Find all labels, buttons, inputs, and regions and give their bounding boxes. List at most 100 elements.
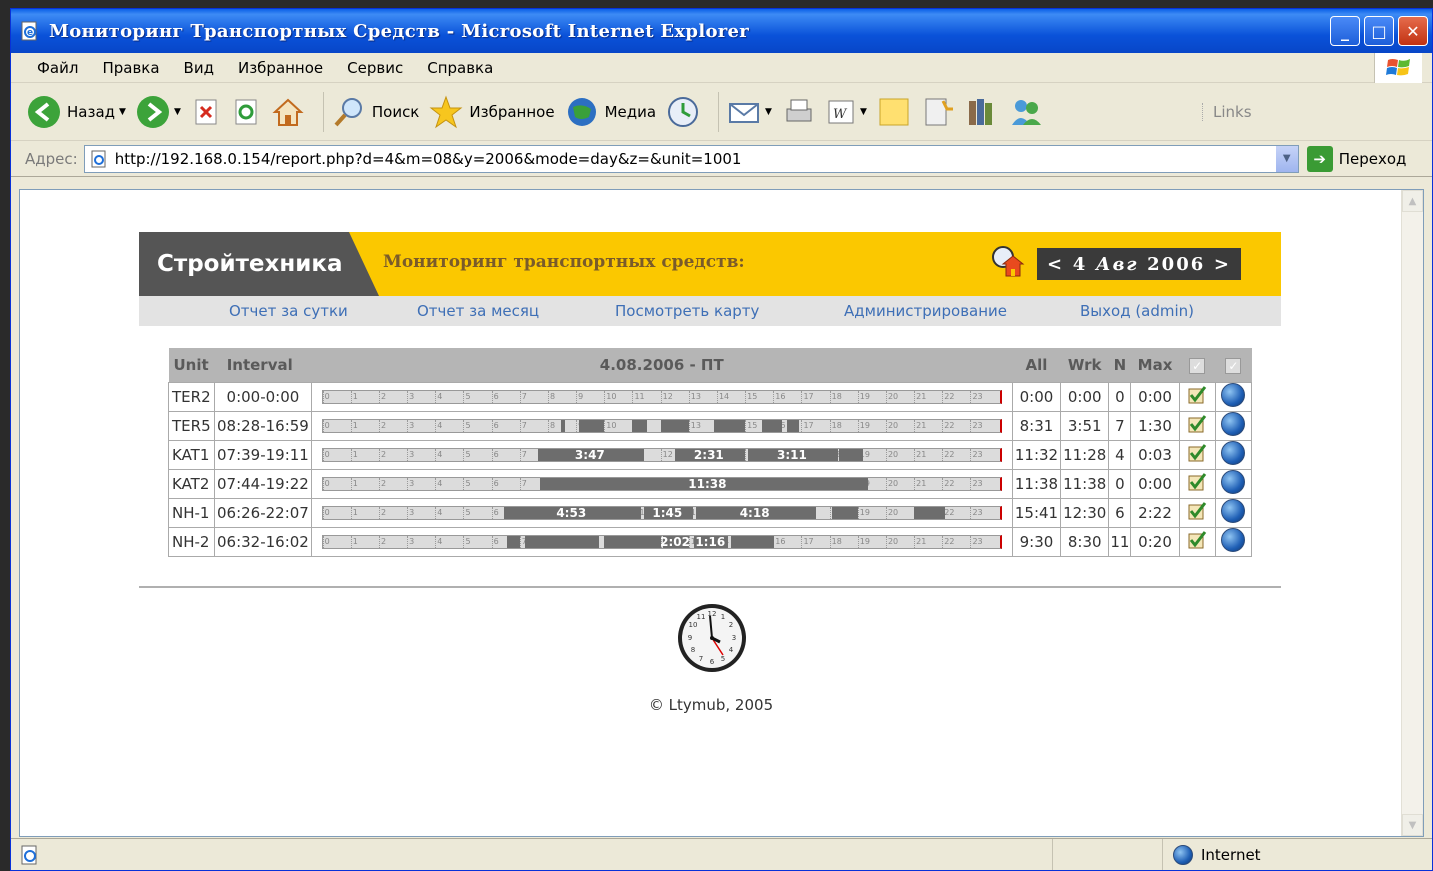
next-date-button[interactable]: > <box>1214 254 1231 275</box>
scroll-up-icon[interactable]: ▲ <box>1402 190 1423 212</box>
checkmark-icon[interactable] <box>1186 442 1208 464</box>
menu-view[interactable]: Вид <box>172 59 226 77</box>
stop-button[interactable] <box>191 97 221 127</box>
hour-tick: 6 <box>491 448 499 461</box>
globe-icon[interactable] <box>1221 411 1246 436</box>
timeline-bar[interactable]: 01234567891011121314151617181920212223 <box>321 389 1002 404</box>
forward-arrow-icon <box>136 95 169 128</box>
segment-duration-label: 1:45 <box>652 505 683 520</box>
chevron-down-icon[interactable]: ▼ <box>119 107 126 117</box>
nav-administration[interactable]: Администрирование <box>844 302 1007 320</box>
work-segment[interactable] <box>560 419 565 432</box>
checkmark-icon[interactable] <box>1186 384 1208 406</box>
search-button[interactable]: Поиск <box>332 95 419 129</box>
row-wrk: 11:38 <box>1060 468 1110 499</box>
scroll-down-icon[interactable]: ▼ <box>1402 814 1423 836</box>
timeline-bar[interactable]: 012345678910111213141516171819202122233:… <box>321 447 1002 462</box>
globe-icon[interactable] <box>1221 498 1246 523</box>
menu-edit[interactable]: Правка <box>90 59 171 77</box>
timeline-bar[interactable]: 012345678910111213141516171819202122234:… <box>321 505 1002 520</box>
page-status-icon <box>21 845 37 864</box>
work-segment[interactable] <box>714 419 746 432</box>
hour-tick: 23 <box>970 419 983 432</box>
row-details-cell <box>1178 410 1216 441</box>
close-button[interactable]: ✕ <box>1398 16 1428 46</box>
address-input[interactable]: http://192.168.0.154/report.php?d=4&m=08… <box>83 144 1299 173</box>
menu-file[interactable]: Файл <box>25 59 90 77</box>
home-button[interactable] <box>271 95 305 129</box>
menu-tools[interactable]: Сервис <box>335 59 415 77</box>
messenger-button[interactable] <box>1009 95 1043 129</box>
globe-icon[interactable] <box>1221 527 1246 552</box>
chevron-down-icon[interactable]: ▼ <box>1275 145 1298 172</box>
work-segment[interactable] <box>832 506 858 519</box>
globe-icon[interactable] <box>1221 469 1246 494</box>
history-button[interactable] <box>666 95 700 129</box>
go-button[interactable]: ➔ Переход <box>1306 145 1406 172</box>
home-search-icon[interactable] <box>989 244 1025 280</box>
chevron-down-icon[interactable]: ▼ <box>174 107 181 117</box>
checkmark-icon[interactable] <box>1186 471 1208 493</box>
hour-tick: 16 <box>773 390 786 403</box>
media-button[interactable]: Медиа <box>565 95 656 129</box>
chevron-down-icon[interactable]: ▼ <box>860 107 867 117</box>
menu-help[interactable]: Справка <box>415 59 505 77</box>
checkbox-icon[interactable]: ✓ <box>1225 357 1242 374</box>
work-segment[interactable] <box>578 419 605 432</box>
nav-view-map[interactable]: Посмотреть карту <box>615 302 759 320</box>
checkbox-icon[interactable]: ✓ <box>1189 357 1206 374</box>
hour-tick: 21 <box>914 448 927 461</box>
work-segment[interactable] <box>839 448 863 461</box>
col-select-check[interactable]: ✓ <box>1179 348 1216 382</box>
discuss-button[interactable] <box>877 95 911 129</box>
prev-date-button[interactable]: < <box>1047 254 1064 275</box>
col-select-map[interactable]: ✓ <box>1215 348 1252 382</box>
timeline-bar[interactable]: 012345678910111213141516171819202122232:… <box>321 534 1002 549</box>
minimize-button[interactable]: _ <box>1330 16 1360 46</box>
hour-tick: 5 <box>463 419 471 432</box>
hour-tick: 4 <box>435 477 443 490</box>
work-segment[interactable] <box>506 535 520 548</box>
hour-tick: 4 <box>435 419 443 432</box>
table-row: NH-106:26-22:070123456789101112131415161… <box>167 497 1253 528</box>
checkmark-icon[interactable] <box>1186 529 1208 551</box>
hour-tick: 3 <box>407 448 415 461</box>
timeline-bar[interactable]: 0123456789101112131415161718192021222311… <box>321 476 1002 491</box>
edit-button[interactable]: W ▼ <box>826 97 867 127</box>
print-button[interactable] <box>782 95 816 129</box>
work-segment[interactable] <box>660 419 689 432</box>
work-segment[interactable] <box>914 506 946 519</box>
maximize-button[interactable]: □ <box>1364 16 1394 46</box>
work-segment[interactable] <box>525 535 599 548</box>
forward-button[interactable]: ▼ <box>136 95 181 129</box>
work-segment[interactable] <box>604 535 661 548</box>
address-url[interactable]: http://192.168.0.154/report.php?d=4&m=08… <box>115 150 742 168</box>
title-bar[interactable]: e Мониторинг Транспортных Средств - Micr… <box>11 9 1432 53</box>
work-segment[interactable] <box>762 419 782 432</box>
research-button[interactable] <box>921 95 955 129</box>
work-segment[interactable] <box>787 419 799 432</box>
nav-monthly-report[interactable]: Отчет за месяц <box>417 302 539 320</box>
checkmark-icon[interactable] <box>1186 500 1208 522</box>
favorites-button[interactable]: Избранное <box>429 95 555 129</box>
globe-icon[interactable] <box>1221 440 1246 465</box>
hour-tick: 20 <box>885 535 899 548</box>
refresh-button[interactable] <box>231 97 261 127</box>
timeline-bar[interactable]: 01234567891011121314151617181920212223 <box>321 418 1002 433</box>
links-label[interactable]: Links <box>1202 102 1432 121</box>
svg-text:2: 2 <box>729 621 733 629</box>
nav-logout[interactable]: Выход (admin) <box>1080 302 1194 320</box>
nav-daily-report[interactable]: Отчет за сутки <box>229 302 348 320</box>
chevron-down-icon[interactable]: ▼ <box>765 107 772 117</box>
vertical-scrollbar[interactable]: ▲ ▼ <box>1401 190 1423 836</box>
globe-icon[interactable] <box>1221 382 1246 407</box>
library-button[interactable] <box>965 95 999 129</box>
hour-tick: 0 <box>322 477 330 490</box>
work-segment[interactable] <box>632 419 647 432</box>
checkmark-icon[interactable] <box>1186 413 1208 435</box>
back-button[interactable]: Назад ▼ <box>27 95 126 129</box>
row-interval: 0:00-0:00 <box>214 381 312 412</box>
mail-button[interactable]: ▼ <box>727 95 772 129</box>
work-segment[interactable] <box>731 535 775 548</box>
menu-favorites[interactable]: Избранное <box>226 59 335 77</box>
